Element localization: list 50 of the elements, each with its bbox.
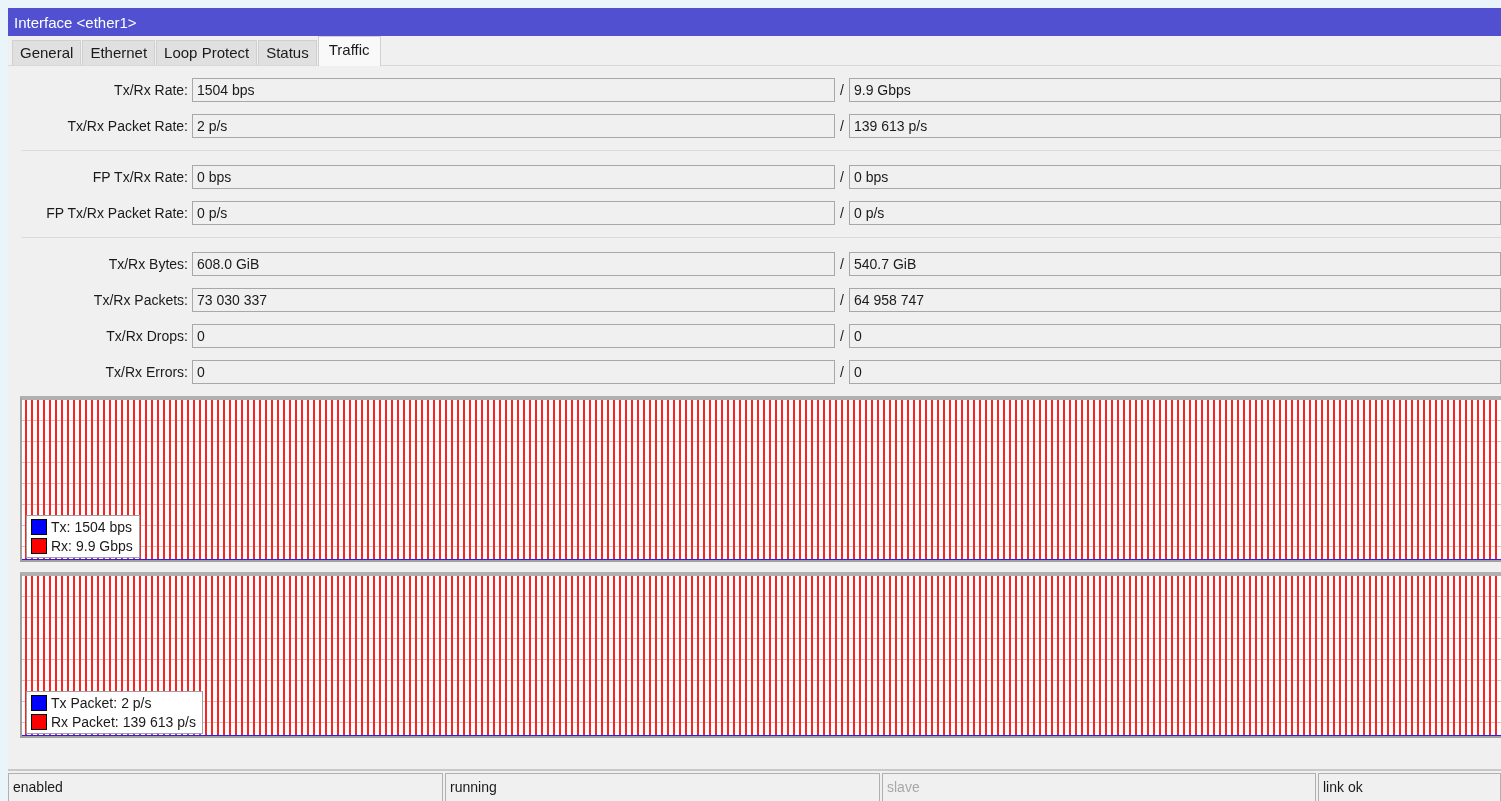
tab[interactable]: General <box>12 40 82 65</box>
status-cell: slave <box>882 773 1316 801</box>
separator-text: / <box>839 328 845 344</box>
window-title: Interface <ether1> <box>8 8 1501 36</box>
separator-text: / <box>839 118 845 134</box>
legend-value: 139 613 p/s <box>122 714 196 730</box>
tab[interactable]: Status <box>258 40 317 65</box>
status-cell: running <box>445 773 880 801</box>
rx-value-field: 540.7 GiB <box>849 252 1501 276</box>
tx-value-field: 73 030 337 <box>192 288 835 312</box>
field-label: FP Tx/Rx Packet Rate: <box>45 205 189 221</box>
rx-value-field: 139 613 p/s <box>849 114 1501 138</box>
rx-value-field: 0 bps <box>849 165 1501 189</box>
rx-value-field: 0 <box>849 360 1501 384</box>
tx-value-field: 1504 bps <box>192 78 835 102</box>
separator-text: / <box>839 256 845 272</box>
legend-label: Tx Packet: <box>51 695 118 711</box>
tx-value-field: 0 bps <box>192 165 835 189</box>
legend-value: 1504 bps <box>74 519 133 535</box>
tab[interactable]: Loop Protect <box>156 40 258 65</box>
tab[interactable]: Traffic <box>317 36 381 66</box>
field-label: Tx/Rx Bytes: <box>107 256 189 272</box>
rx-value-field: 0 <box>849 324 1501 348</box>
field-label: Tx/Rx Drops: <box>105 328 189 344</box>
rx-value-field: 9.9 Gbps <box>849 78 1501 102</box>
tx-value-field: 608.0 GiB <box>192 252 835 276</box>
status-cell: enabled <box>8 773 443 801</box>
tab[interactable]: Ethernet <box>82 40 156 65</box>
tx-value-field: 2 p/s <box>192 114 835 138</box>
separator-text: / <box>839 169 845 185</box>
rx-value-field: 0 p/s <box>849 201 1501 225</box>
field-label: Tx/Rx Errors: <box>104 364 189 380</box>
field-label: Tx/Rx Rate: <box>113 82 189 98</box>
field-label: FP Tx/Rx Rate: <box>91 169 189 185</box>
tx-value-field: 0 p/s <box>192 201 835 225</box>
legend-label: Rx Packet: <box>51 714 119 730</box>
field-label: Tx/Rx Packets: <box>92 292 189 308</box>
field-label: Tx/Rx Packet Rate: <box>66 118 189 134</box>
tx-value-field: 0 <box>192 360 835 384</box>
legend-value: 2 p/s <box>121 695 152 711</box>
legend-label: Tx: <box>51 519 71 535</box>
separator-text: / <box>839 292 845 308</box>
separator-text: / <box>839 82 845 98</box>
tx-value-field: 0 <box>192 324 835 348</box>
separator-text: / <box>839 205 845 221</box>
legend-label: Rx: <box>51 538 72 554</box>
status-cell: link ok <box>1318 773 1501 801</box>
separator-text: / <box>839 364 845 380</box>
legend-value: 9.9 Gbps <box>76 538 133 554</box>
rx-value-field: 64 958 747 <box>849 288 1501 312</box>
